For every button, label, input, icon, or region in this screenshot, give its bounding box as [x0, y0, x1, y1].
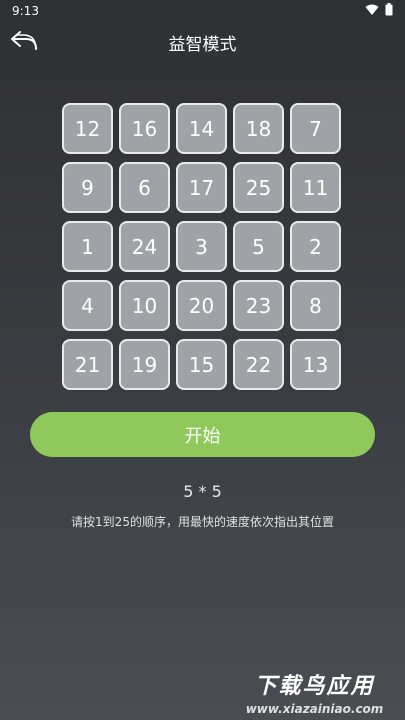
grid-cell[interactable]: 19 — [119, 339, 170, 390]
grid-cell[interactable]: 5 — [233, 221, 284, 272]
status-icons — [365, 3, 393, 19]
watermark-title: 下载鸟应用 — [254, 674, 375, 699]
grid-cell[interactable]: 2 — [290, 221, 341, 272]
status-time: 9:13 — [12, 4, 39, 18]
watermark-url: www.xiazainiao.com — [245, 702, 384, 716]
grid-cell[interactable]: 22 — [233, 339, 284, 390]
grid-cell[interactable]: 21 — [62, 339, 113, 390]
grid-cell[interactable]: 17 — [176, 162, 227, 213]
grid-cell[interactable]: 7 — [290, 103, 341, 154]
header: 益智模式 — [0, 26, 405, 56]
watermark-logo: 下载鸟应用 www.xiazainiao.com — [232, 668, 397, 716]
grid-cell[interactable]: 1 — [62, 221, 113, 272]
number-grid: 12 16 14 18 7 9 6 17 25 11 1 24 3 5 2 4 … — [62, 103, 341, 390]
grid-cell[interactable]: 13 — [290, 339, 341, 390]
grid-cell[interactable]: 16 — [119, 103, 170, 154]
grid-cell[interactable]: 15 — [176, 339, 227, 390]
grid-size-label: 5 * 5 — [183, 482, 222, 501]
grid-cell[interactable]: 10 — [119, 280, 170, 331]
grid-cell[interactable]: 25 — [233, 162, 284, 213]
instruction-text: 请按1到25的顺序，用最快的速度依次指出其位置 — [71, 515, 334, 529]
grid-cell[interactable]: 23 — [233, 280, 284, 331]
wifi-icon — [365, 4, 379, 19]
grid-cell[interactable]: 8 — [290, 280, 341, 331]
grid-cell[interactable]: 24 — [119, 221, 170, 272]
grid-cell[interactable]: 6 — [119, 162, 170, 213]
page-title: 益智模式 — [168, 35, 237, 55]
grid-cell[interactable]: 20 — [176, 280, 227, 331]
grid-cell[interactable]: 4 — [62, 280, 113, 331]
grid-cell[interactable]: 12 — [62, 103, 113, 154]
grid-cell[interactable]: 3 — [176, 221, 227, 272]
grid-cell[interactable]: 9 — [62, 162, 113, 213]
grid-cell[interactable]: 14 — [176, 103, 227, 154]
grid-cell[interactable]: 11 — [290, 162, 341, 213]
grid-cell[interactable]: 18 — [233, 103, 284, 154]
status-bar: 9:13 — [0, 0, 405, 22]
start-button[interactable]: 开始 — [30, 412, 375, 457]
battery-icon — [385, 3, 393, 19]
